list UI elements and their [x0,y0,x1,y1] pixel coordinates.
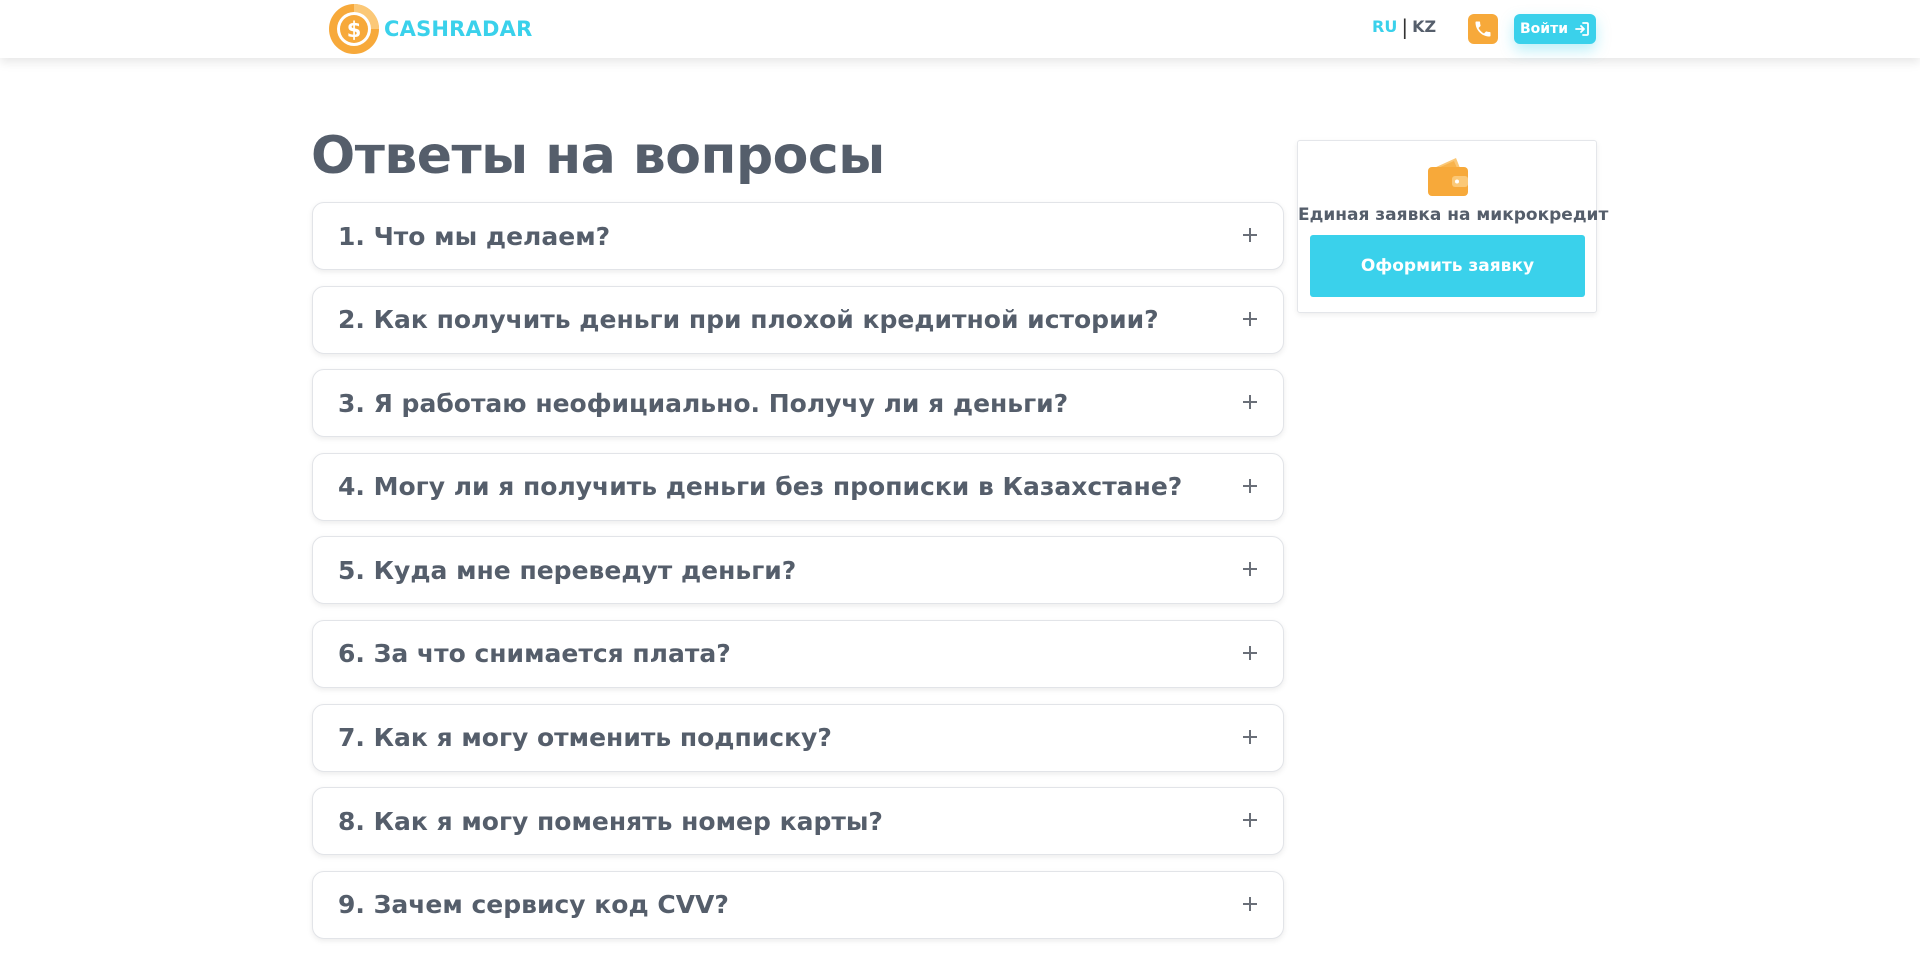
faq-item[interactable]: 6. За что снимается плата? [312,619,1284,688]
faq-question: 9. Зачем сервису код CVV? [338,890,729,920]
language-switcher: RU | KZ [1372,14,1436,39]
lang-kz-link[interactable]: KZ [1412,17,1436,36]
phone-button[interactable] [1468,14,1498,44]
apply-button[interactable]: Оформить заявку [1310,235,1585,297]
faq-item[interactable]: 5. Куда мне переведут деньги? [312,536,1284,605]
faq-item[interactable]: 1. Что мы делаем? [312,202,1284,270]
faq-item[interactable]: 2. Как получить деньги при плохой кредит… [312,285,1284,354]
faq-item[interactable]: 9. Зачем сервису код CVV? [312,870,1284,939]
faq-item[interactable]: 4. Могу ли я получить деньги без прописк… [312,452,1284,521]
plus-icon[interactable] [1243,311,1257,326]
plus-icon[interactable] [1243,562,1257,577]
plus-icon[interactable] [1243,478,1257,493]
faq-item[interactable]: 8. Как я могу поменять номер карты? [312,787,1284,856]
faq-question: 5. Куда мне переведут деньги? [338,555,797,585]
card-title: Единая заявка на микрокредит [1298,205,1609,225]
plus-icon[interactable] [1243,395,1257,410]
phone-icon [1475,21,1491,37]
svg-text:$: $ [347,18,362,42]
plus-icon[interactable] [1243,645,1257,660]
faq-question: 6. За что снимается плата? [338,639,731,669]
plus-icon[interactable] [1243,896,1257,911]
wallet-icon [1428,158,1468,196]
sign-in-icon [1575,22,1589,36]
faq-question: 3. Я работаю неофициально. Получу ли я д… [338,388,1069,418]
faq-question: 8. Как я могу поменять номер карты? [338,806,883,836]
plus-icon[interactable] [1243,729,1257,744]
faq-item[interactable]: 7. Как я могу отменить подписку? [312,703,1284,772]
cashradar-logo-icon: $ [329,4,379,54]
page-title: Ответы на вопросы [311,126,885,186]
plus-icon[interactable] [1243,228,1257,242]
lang-separator: | [1401,14,1409,39]
faq-list: 1. Что мы делаем? 2. Как получить деньги… [312,202,1284,954]
brand-logo[interactable]: $ CASHRADAR [328,3,532,55]
loan-application-card: Единая заявка на микрокредит Оформить за… [1297,140,1609,313]
faq-question: 4. Могу ли я получить деньги без прописк… [338,472,1183,502]
faq-item[interactable]: 3. Я работаю неофициально. Получу ли я д… [312,369,1284,438]
login-label: Войти [1519,21,1569,37]
faq-question: 2. Как получить деньги при плохой кредит… [338,305,1159,335]
brand-name: CASHRADAR [384,17,533,41]
site-header: $ CASHRADAR RU | KZ Войти [0,0,1920,58]
plus-icon[interactable] [1243,813,1257,828]
faq-question: 7. Как я могу отменить подписку? [338,723,832,753]
login-button[interactable]: Войти [1514,14,1596,44]
faq-question: 1. Что мы делаем? [338,221,611,251]
lang-ru-link[interactable]: RU [1372,17,1397,36]
